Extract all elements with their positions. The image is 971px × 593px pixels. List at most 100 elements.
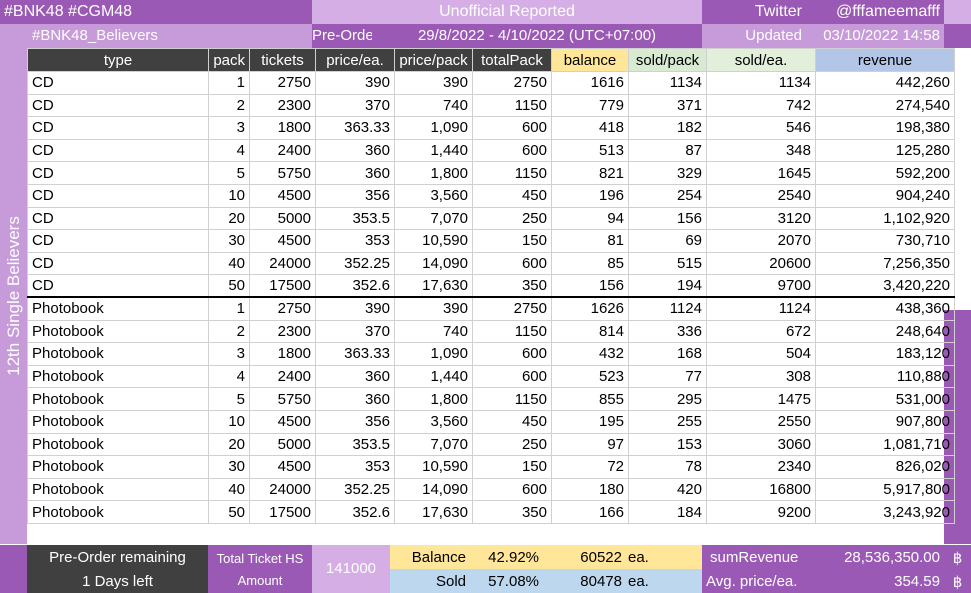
cell-type: Photobook: [27, 432, 209, 457]
cell-price-pack: 1,800: [394, 161, 473, 185]
cell-tickets: 4500: [249, 455, 316, 479]
balance-label: Balance: [390, 545, 468, 569]
col-header-balance: balance: [551, 48, 629, 72]
cell-totalpack: 250: [472, 206, 552, 231]
table-row: CD 50 17500 352.6 17,630 350 156 194 9700 3,420,2…: [27, 274, 955, 298]
cell-sold-pack: 329: [628, 161, 707, 185]
cell-balance: 81: [551, 229, 629, 253]
cell-totalpack: 600: [472, 364, 552, 389]
cell-revenue: 110,880: [815, 364, 955, 389]
cell-balance: 196: [551, 183, 629, 208]
col-header-tickets: tickets: [249, 48, 316, 72]
cell-tickets: 2300: [249, 93, 316, 118]
table-row: Photobook 50 17500 352.6 17,630 350 166 184 9200…: [27, 500, 955, 524]
cell-price-pack: 3,560: [394, 409, 473, 434]
cell-revenue: 3,243,920: [815, 500, 955, 524]
cell-type: Photobook: [27, 342, 209, 366]
cell-price-pack: 740: [394, 319, 473, 344]
sum-revenue-label: sumRevenue: [702, 545, 812, 569]
table-row: CD 1 2750 390 390 2750 1616 1134 1134 442,260: [27, 71, 955, 95]
cell-sold-ea-: 3060: [706, 432, 816, 457]
cell-type: Photobook: [27, 409, 209, 434]
cell-price-pack: 390: [394, 296, 473, 321]
cell-type: CD: [27, 93, 209, 118]
cell-type: CD: [27, 161, 209, 185]
avg-price-value: 354.59: [812, 569, 944, 593]
cell-sold-ea-: 16800: [706, 477, 816, 502]
cell-revenue: 907,800: [815, 409, 955, 434]
cell-price-ea-: 353: [315, 229, 395, 253]
table-row: Photobook 20 5000 353.5 7,070 250 97 153 3060 1,0…: [27, 432, 955, 457]
cell-price-pack: 17,630: [394, 274, 473, 298]
cell-revenue: 5,917,800: [815, 477, 955, 502]
cell-totalpack: 450: [472, 183, 552, 208]
cell-sold-ea-: 1645: [706, 161, 816, 185]
cell-revenue: 248,640: [815, 319, 955, 344]
cell-revenue: 7,256,350: [815, 251, 955, 276]
table-row: CD 30 4500 353 10,590 150 81 69 2070 730,710: [27, 229, 955, 253]
cell-sold-pack: 336: [628, 319, 707, 344]
table-row: CD 20 5000 353.5 7,070 250 94 156 3120 1,102,920: [27, 206, 955, 231]
cell-price-ea-: 352.25: [315, 251, 395, 276]
preorder-remaining-label: Pre-Order remaining: [27, 545, 208, 569]
cell-tickets: 2400: [249, 138, 316, 163]
cell-pack: 50: [208, 274, 250, 298]
table-row: Photobook 3 1800 363.33 1,090 600 432 168 504 183…: [27, 342, 955, 366]
table-row: Photobook 40 24000 352.25 14,090 600 180 420 168…: [27, 477, 955, 502]
table-header-row: type pack tickets price/ea. price/pack t…: [27, 48, 955, 72]
table-row: Photobook 4 2400 360 1,440 600 523 77 308 110,880: [27, 364, 955, 389]
cell-totalpack: 2750: [472, 71, 552, 95]
balance-pct: 42.92%: [468, 545, 547, 569]
cell-totalpack: 1150: [472, 161, 552, 185]
cell-sold-ea-: 672: [706, 319, 816, 344]
cell-sold-ea-: 348: [706, 138, 816, 163]
cell-price-pack: 14,090: [394, 477, 473, 502]
cell-pack: 20: [208, 432, 250, 457]
cell-price-ea-: 356: [315, 409, 395, 434]
cell-price-ea-: 356: [315, 183, 395, 208]
cell-balance: 855: [551, 387, 629, 411]
cell-revenue: 438,360: [815, 296, 955, 321]
table-row: CD 5 5750 360 1,800 1150 821 329 1645 592,200: [27, 161, 955, 185]
cell-price-ea-: 363.33: [315, 342, 395, 366]
cell-balance: 97: [551, 432, 629, 457]
cell-sold-pack: 295: [628, 387, 707, 411]
col-header-pack: pack: [208, 48, 250, 72]
cell-totalpack: 450: [472, 409, 552, 434]
cell-tickets: 5750: [249, 161, 316, 185]
cell-tickets: 4500: [249, 183, 316, 208]
cell-pack: 5: [208, 161, 250, 185]
cell-pack: 4: [208, 138, 250, 163]
cell-revenue: 826,020: [815, 455, 955, 479]
cell-totalpack: 1150: [472, 319, 552, 344]
total-ticket-label-2: Amount: [208, 569, 312, 593]
cell-balance: 523: [551, 364, 629, 389]
col-header-sold-pack: sold/pack: [628, 48, 707, 72]
cell-sold-pack: 156: [628, 206, 707, 231]
cell-balance: 180: [551, 477, 629, 502]
cell-totalpack: 600: [472, 251, 552, 276]
cell-tickets: 17500: [249, 500, 316, 524]
cell-price-pack: 10,590: [394, 229, 473, 253]
cell-revenue: 274,540: [815, 93, 955, 118]
cell-pack: 10: [208, 183, 250, 208]
cell-revenue: 125,280: [815, 138, 955, 163]
cell-price-ea-: 353: [315, 455, 395, 479]
cell-tickets: 4500: [249, 409, 316, 434]
cell-pack: 10: [208, 409, 250, 434]
balance-unit: ea.: [624, 545, 702, 569]
header-corner-top: [944, 0, 971, 24]
header-tags: #BNK48 #CGM48: [0, 0, 312, 24]
cell-balance: 72: [551, 455, 629, 479]
cell-tickets: 17500: [249, 274, 316, 298]
sold-unit: ea.: [624, 569, 702, 593]
cell-sold-pack: 69: [628, 229, 707, 253]
cell-tickets: 2300: [249, 319, 316, 344]
cell-price-pack: 740: [394, 93, 473, 118]
cell-type: Photobook: [27, 387, 209, 411]
cell-revenue: 1,081,710: [815, 432, 955, 457]
cell-type: CD: [27, 251, 209, 276]
cell-revenue: 730,710: [815, 229, 955, 253]
total-ticket-value: 141000: [312, 545, 390, 593]
cell-pack: 20: [208, 206, 250, 231]
